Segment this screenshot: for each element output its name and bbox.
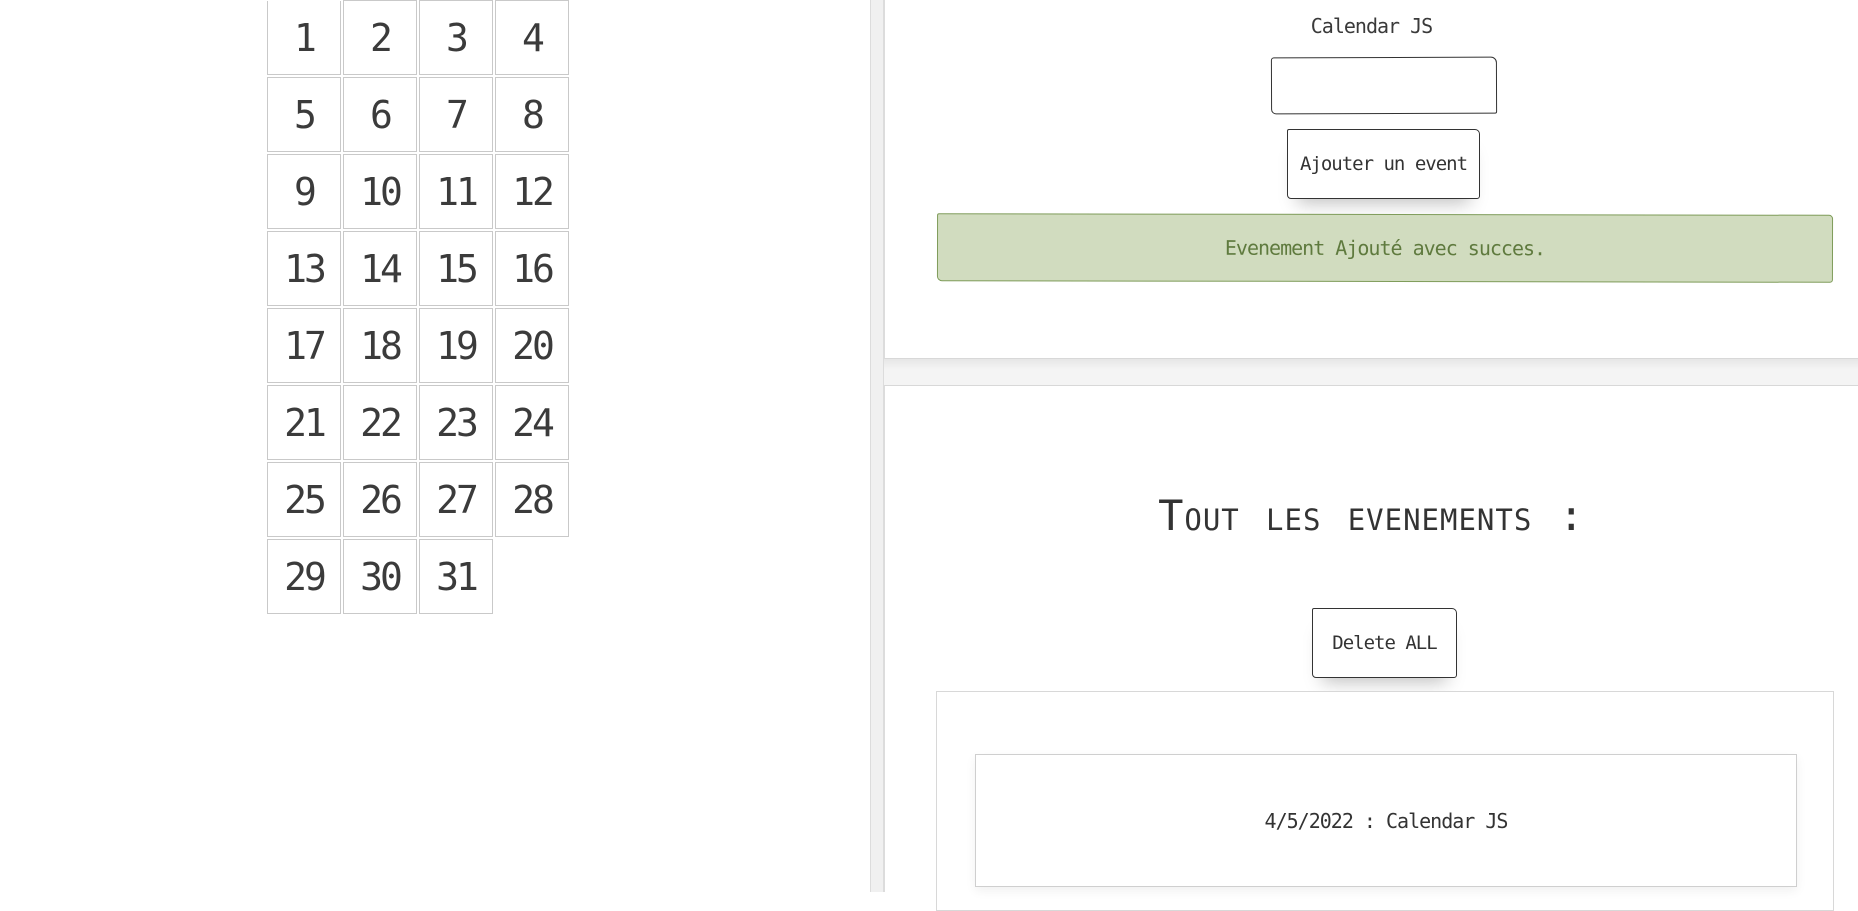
- day-cell-9[interactable]: 9: [267, 154, 341, 229]
- success-alert: Evenement Ajouté avec succes.: [936, 213, 1834, 283]
- day-cell-13[interactable]: 13: [267, 231, 341, 306]
- day-cell-14[interactable]: 14: [343, 231, 417, 306]
- day-cell-21[interactable]: 21: [267, 385, 341, 460]
- events-list: 4/5/2022 : Calendar JS: [936, 691, 1834, 911]
- day-cell-23[interactable]: 23: [419, 385, 493, 460]
- day-cell-7[interactable]: 7: [419, 77, 493, 152]
- event-name-input[interactable]: [1270, 56, 1498, 115]
- event-item[interactable]: 4/5/2022 : Calendar JS: [975, 754, 1797, 887]
- events-section-title: Tout les evenements :: [1158, 491, 1585, 540]
- day-cell-6[interactable]: 6: [343, 77, 417, 152]
- day-cell-24[interactable]: 24: [495, 385, 569, 460]
- day-cell-25[interactable]: 25: [267, 462, 341, 537]
- day-cell-4[interactable]: 4: [495, 0, 569, 75]
- day-cell-8[interactable]: 8: [495, 77, 569, 152]
- day-cell-19[interactable]: 19: [419, 308, 493, 383]
- panel-separator: [884, 359, 1858, 385]
- calendar: 1 2 3 4 5 6 7 8 9 10 11 12 13 14 15 16 1…: [267, 0, 572, 614]
- day-cell-15[interactable]: 15: [419, 231, 493, 306]
- column-divider: [870, 0, 884, 892]
- day-cell-28[interactable]: 28: [495, 462, 569, 537]
- day-cell-12[interactable]: 12: [495, 154, 569, 229]
- day-cell-17[interactable]: 17: [267, 308, 341, 383]
- day-cell-29[interactable]: 29: [267, 539, 341, 614]
- add-event-panel: Calendar JS Ajouter un event Evenement A…: [884, 0, 1858, 359]
- event-name-label: Calendar JS: [1310, 14, 1433, 38]
- day-cell-10[interactable]: 10: [343, 154, 417, 229]
- day-cell-1[interactable]: 1: [267, 1, 341, 75]
- add-event-button[interactable]: Ajouter un event: [1287, 129, 1480, 199]
- day-cell-30[interactable]: 30: [343, 539, 417, 614]
- day-cell-18[interactable]: 18: [343, 308, 417, 383]
- events-panel: Tout les evenements : Delete ALL 4/5/202…: [884, 385, 1858, 911]
- day-cell-11[interactable]: 11: [419, 154, 493, 229]
- day-cell-22[interactable]: 22: [343, 385, 417, 460]
- day-cell-26[interactable]: 26: [343, 462, 417, 537]
- day-cell-16[interactable]: 16: [495, 231, 569, 306]
- day-cell-27[interactable]: 27: [419, 462, 493, 537]
- day-cell-20[interactable]: 20: [495, 308, 569, 383]
- day-cell-3[interactable]: 3: [419, 0, 493, 75]
- calendar-grid: 1 2 3 4 5 6 7 8 9 10 11 12 13 14 15 16 1…: [267, 0, 572, 614]
- day-cell-2[interactable]: 2: [343, 0, 417, 75]
- delete-all-button[interactable]: Delete ALL: [1312, 608, 1457, 678]
- day-cell-5[interactable]: 5: [267, 77, 341, 152]
- day-cell-31[interactable]: 31: [419, 539, 493, 614]
